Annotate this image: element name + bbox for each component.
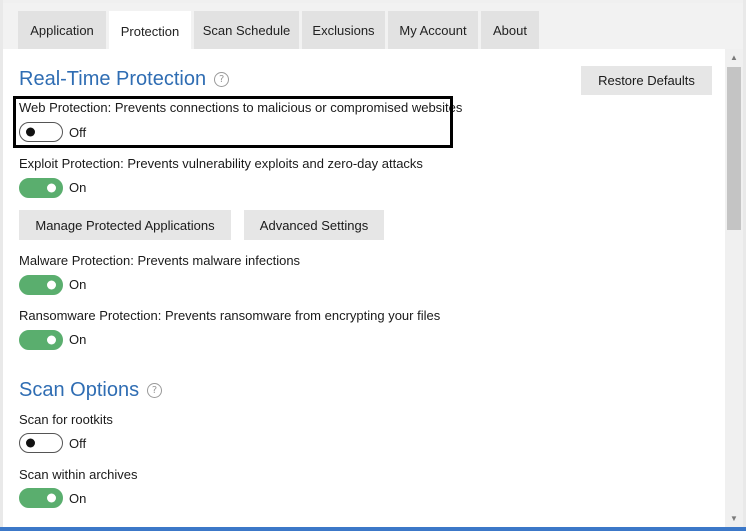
window-frame-bottom <box>0 527 746 531</box>
malware-protection-label: Malware Protection: Prevents malware inf… <box>19 253 301 268</box>
realtime-title-text: Real-Time Protection <box>19 68 207 90</box>
tab-my-account[interactable]: My Account <box>388 11 478 49</box>
restore-defaults-button[interactable]: Restore Defaults <box>581 66 712 95</box>
tab-exclusions[interactable]: Exclusions <box>302 11 385 49</box>
toggle-knob <box>47 280 56 290</box>
tab-protection[interactable]: Protection <box>109 11 191 52</box>
scan-archives-label: Scan within archives <box>19 467 138 482</box>
highlight-box <box>13 96 453 148</box>
scrollbar-thumb[interactable] <box>727 67 741 230</box>
toggle-knob <box>47 183 56 193</box>
scan-rootkits-state: Off <box>69 436 87 451</box>
advanced-settings-button[interactable]: Advanced Settings <box>244 210 384 240</box>
vertical-scrollbar[interactable]: ▲ ▼ <box>725 49 743 527</box>
toggle-knob <box>26 438 35 448</box>
exploit-protection-state: On <box>69 180 87 195</box>
chevron-down-icon[interactable]: ▼ <box>725 510 743 527</box>
scan-archives-toggle[interactable] <box>19 488 63 508</box>
scan-rootkits-toggle[interactable] <box>19 433 63 453</box>
scan-options-title-text: Scan Options <box>19 379 140 401</box>
ransomware-protection-state: On <box>69 332 87 347</box>
toggle-knob <box>47 335 56 345</box>
scan-archives-state: On <box>69 491 87 506</box>
tab-bar: Application Protection Scan Schedule Exc… <box>3 3 743 52</box>
malware-protection-toggle[interactable] <box>19 275 63 295</box>
ransomware-protection-label: Ransomware Protection: Prevents ransomwa… <box>19 308 441 323</box>
malware-protection-state: On <box>69 277 87 292</box>
realtime-section-title: Real-Time Protection ? <box>19 68 230 91</box>
tab-application[interactable]: Application <box>18 11 106 49</box>
tab-about[interactable]: About <box>481 11 539 49</box>
toggle-knob <box>47 493 56 503</box>
help-icon[interactable]: ? <box>147 383 163 398</box>
tab-scan-schedule[interactable]: Scan Schedule <box>194 11 299 49</box>
exploit-protection-toggle[interactable] <box>19 178 63 198</box>
help-icon[interactable]: ? <box>214 72 230 87</box>
exploit-protection-label: Exploit Protection: Prevents vulnerabili… <box>19 156 423 171</box>
manage-protected-applications-button[interactable]: Manage Protected Applications <box>19 210 231 240</box>
ransomware-protection-toggle[interactable] <box>19 330 63 350</box>
chevron-up-icon[interactable]: ▲ <box>725 49 743 66</box>
scan-rootkits-label: Scan for rootkits <box>19 412 113 427</box>
scan-options-section-title: Scan Options ? <box>19 379 163 402</box>
